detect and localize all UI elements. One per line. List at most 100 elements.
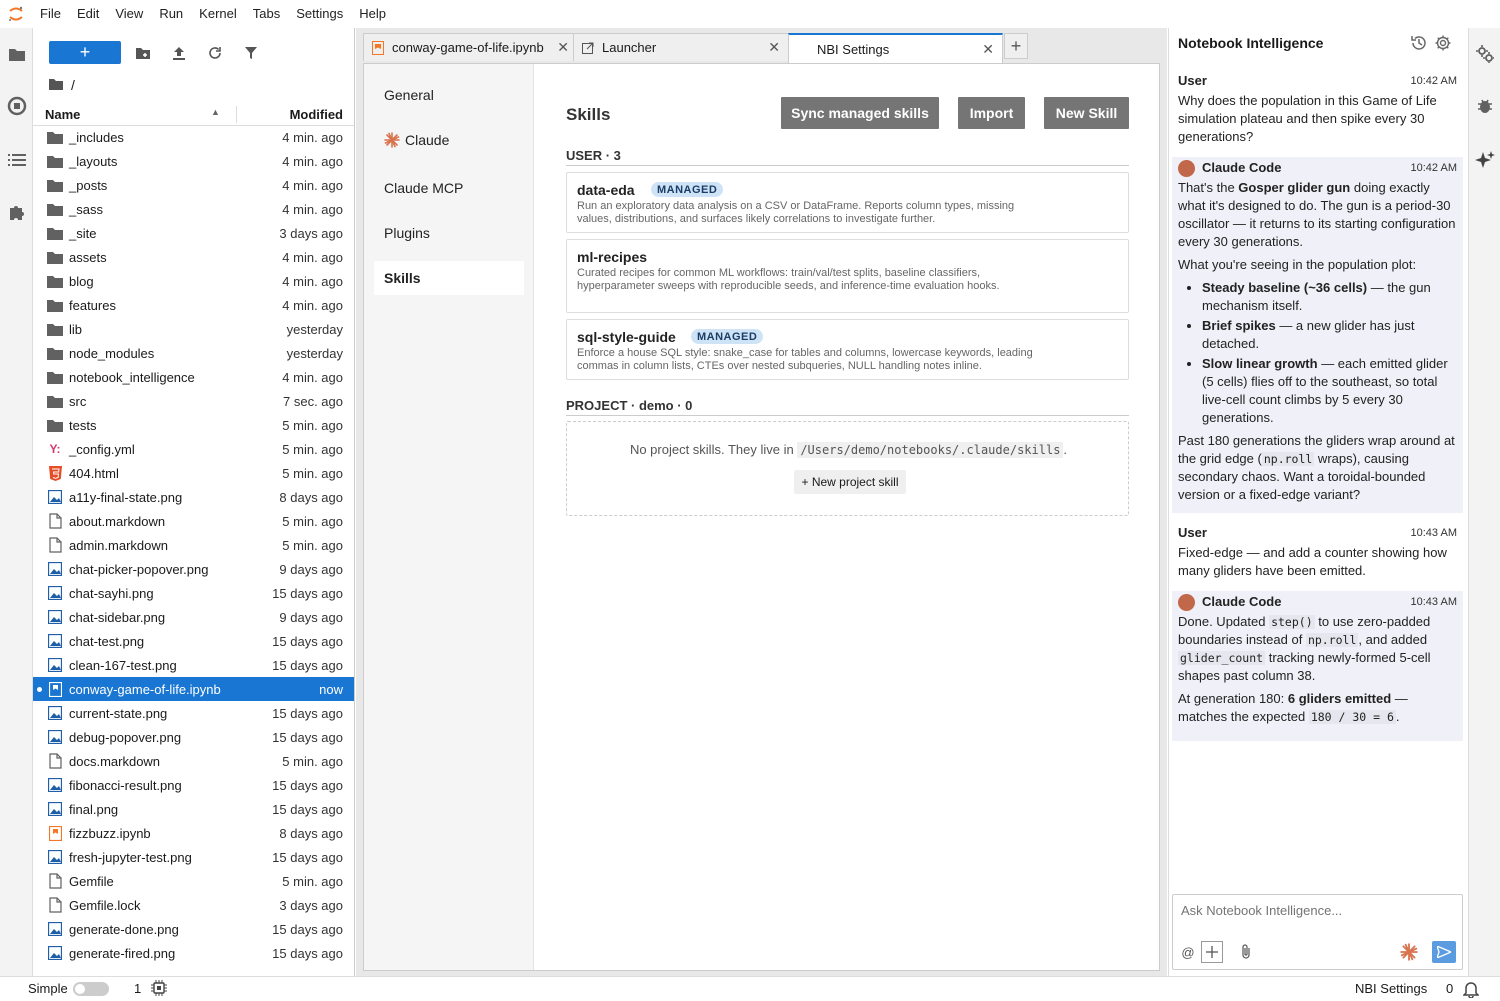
claude-avatar [1178,160,1195,177]
file-icon [47,897,63,913]
tab-conway-notebook[interactable]: conway-game-of-life.ipynb ✕ [363,33,574,61]
add-context-icon[interactable] [1201,941,1223,963]
file-row[interactable]: node_modules yesterday [33,341,354,365]
file-modified: 5 min. ago [282,441,343,457]
file-name: fresh-jupyter-test.png [69,849,192,865]
column-divider[interactable] [236,106,237,123]
file-row[interactable]: Y: _config.yml 5 min. ago [33,437,354,461]
bold-text: Brief spikes [1202,318,1276,333]
file-row[interactable]: about.markdown 5 min. ago [33,509,354,533]
table-of-contents-icon[interactable] [0,142,33,178]
file-row[interactable]: fresh-jupyter-test.png 15 days ago [33,845,354,869]
send-button[interactable] [1432,941,1456,963]
nav-skills[interactable]: Skills [374,261,524,295]
mention-at-icon[interactable]: @ [1177,941,1199,963]
debugger-bug-icon[interactable] [1469,88,1500,124]
file-row[interactable]: chat-test.png 15 days ago [33,629,354,653]
file-icon [47,753,63,769]
nav-plugins[interactable]: Plugins [374,216,524,250]
upload-icon[interactable] [167,41,191,65]
new-skill-button[interactable]: New Skill [1044,97,1129,129]
menu-tabs[interactable]: Tabs [245,0,288,28]
kernel-status-icon[interactable] [151,980,167,999]
file-row[interactable]: generate-done.png 15 days ago [33,917,354,941]
file-row[interactable]: generate-fired.png 15 days ago [33,941,354,965]
file-row[interactable]: chat-picker-popover.png 9 days ago [33,557,354,581]
chat-input[interactable] [1181,903,1451,918]
file-row[interactable]: notebook_intelligence 4 min. ago [33,365,354,389]
history-icon[interactable] [1410,34,1430,54]
modified-column-header[interactable]: Modified [290,107,343,122]
menu-view[interactable]: View [107,0,151,28]
close-icon[interactable]: ✕ [768,39,780,56]
menu-edit[interactable]: Edit [69,0,107,28]
extensions-puzzle-icon[interactable] [0,194,33,230]
name-column-header[interactable]: Name [45,107,80,122]
breadcrumb-folder-icon[interactable] [49,77,63,93]
file-row[interactable]: chat-sayhi.png 15 days ago [33,581,354,605]
menu-file[interactable]: File [32,0,69,28]
file-row[interactable]: clean-167-test.png 15 days ago [33,653,354,677]
filter-icon[interactable] [239,41,263,65]
sync-managed-skills-button[interactable]: Sync managed skills [781,97,939,129]
nav-general[interactable]: General [374,78,524,112]
nav-claude[interactable]: Claude [374,123,524,157]
skill-card[interactable]: data-eda MANAGED Run an exploratory data… [566,172,1129,233]
simple-mode-toggle[interactable] [73,982,109,996]
file-row[interactable]: fizzbuzz.ipynb 8 days ago [33,821,354,845]
file-row[interactable]: _posts 4 min. ago [33,173,354,197]
file-row[interactable]: 404.html 5 min. ago [33,461,354,485]
attachment-icon[interactable] [1235,941,1257,963]
file-row[interactable]: tests 5 min. ago [33,413,354,437]
tab-launcher[interactable]: Launcher ✕ [573,33,789,61]
file-row[interactable]: debug-popover.png 15 days ago [33,725,354,749]
file-row[interactable]: _sass 4 min. ago [33,197,354,221]
file-row[interactable]: docs.markdown 5 min. ago [33,749,354,773]
file-row[interactable]: Gemfile 5 min. ago [33,869,354,893]
file-name: chat-test.png [69,633,145,649]
new-launcher-button[interactable]: + [49,41,121,64]
close-icon[interactable]: ✕ [982,41,994,58]
claude-mode-icon[interactable] [1398,941,1420,963]
running-kernels-icon[interactable] [0,88,33,124]
file-row[interactable]: assets 4 min. ago [33,245,354,269]
new-project-skill-button[interactable]: + New project skill [794,470,906,494]
import-button[interactable]: Import [958,97,1025,129]
breadcrumb-path[interactable]: / [71,77,75,93]
menu-run[interactable]: Run [151,0,191,28]
file-row[interactable]: final.png 15 days ago [33,797,354,821]
tab-nbi-settings[interactable]: NBI Settings ✕ [788,33,1003,63]
file-row[interactable]: a11y-final-state.png 8 days ago [33,485,354,509]
file-row[interactable]: blog 4 min. ago [33,269,354,293]
refresh-icon[interactable] [203,41,227,65]
file-row[interactable]: admin.markdown 5 min. ago [33,533,354,557]
folder-icon[interactable] [0,36,33,72]
ai-sparkle-icon[interactable] [1469,142,1500,178]
file-row[interactable]: Gemfile.lock 3 days ago [33,893,354,917]
menu-kernel[interactable]: Kernel [191,0,245,28]
menu-help[interactable]: Help [351,0,394,28]
bell-icon[interactable] [1462,980,1480,1001]
file-row[interactable]: fibonacci-result.png 15 days ago [33,773,354,797]
file-row[interactable]: _layouts 4 min. ago [33,149,354,173]
inline-code: step() [1269,615,1315,629]
file-row[interactable]: current-state.png 15 days ago [33,701,354,725]
file-row[interactable]: src 7 sec. ago [33,389,354,413]
new-folder-icon[interactable] [131,41,155,65]
gear-icon[interactable] [1434,34,1454,54]
file-row[interactable]: features 4 min. ago [33,293,354,317]
skill-card[interactable]: ml-recipes Curated recipes for common ML… [566,239,1129,313]
image-icon [47,489,63,505]
file-row[interactable]: chat-sidebar.png 9 days ago [33,605,354,629]
menu-settings[interactable]: Settings [288,0,351,28]
file-row[interactable]: _site 3 days ago [33,221,354,245]
nav-claude-mcp[interactable]: Claude MCP [374,171,524,205]
file-row[interactable]: lib yesterday [33,317,354,341]
file-row[interactable]: _includes 4 min. ago [33,125,354,149]
file-row[interactable]: conway-game-of-life.ipynb now [33,677,354,701]
new-tab-button[interactable]: + [1004,33,1028,59]
message-time: 10:42 AM [1410,75,1457,87]
skill-card[interactable]: sql-style-guide MANAGED Enforce a house … [566,319,1129,380]
close-icon[interactable]: ✕ [557,39,569,56]
property-inspector-gears-icon[interactable] [1469,36,1500,72]
